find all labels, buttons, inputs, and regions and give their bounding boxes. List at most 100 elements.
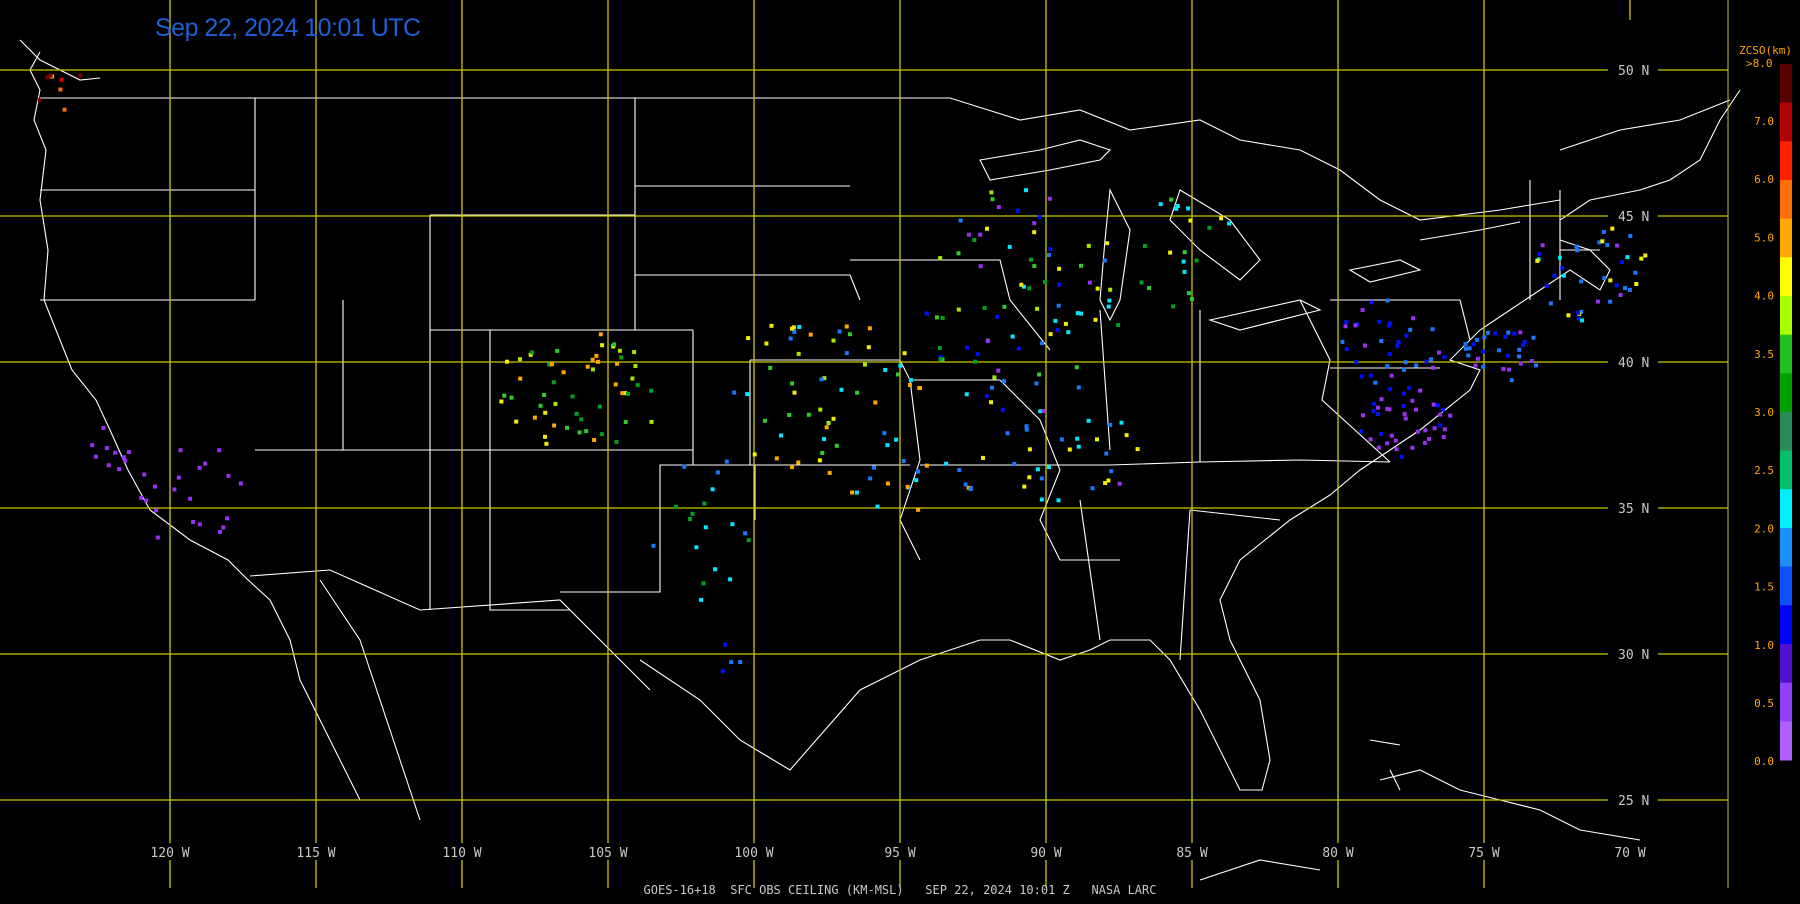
observation-point	[1189, 296, 1194, 301]
observation-point	[905, 484, 910, 489]
legend-color-swatch	[1780, 721, 1792, 761]
latitude-label: 25 N	[1618, 794, 1649, 809]
observation-point	[1512, 331, 1517, 336]
observation-point	[1362, 343, 1367, 348]
observation-point	[1404, 333, 1409, 338]
observation-point	[1440, 407, 1445, 412]
observation-point	[1010, 334, 1015, 339]
observation-point	[1075, 311, 1080, 316]
observation-point	[1219, 216, 1224, 221]
observation-point	[1377, 319, 1382, 324]
observation-point	[901, 459, 906, 463]
observation-point	[1005, 431, 1010, 436]
observation-point	[1438, 423, 1443, 428]
observation-point	[916, 507, 921, 512]
observation-point	[104, 446, 109, 451]
observation-point	[1393, 438, 1398, 443]
observation-point	[1074, 365, 1079, 370]
observation-point	[1414, 363, 1419, 368]
observation-point	[154, 508, 159, 513]
observation-point	[499, 399, 504, 404]
legend-color-swatch	[1780, 373, 1792, 413]
observation-point	[1437, 350, 1441, 355]
observation-point	[1639, 256, 1644, 261]
observation-point	[868, 476, 873, 481]
observation-point	[1633, 270, 1638, 275]
observation-point	[797, 325, 802, 329]
latitude-label: 50 N	[1618, 64, 1649, 79]
observation-point	[518, 357, 522, 362]
observation-point	[78, 73, 83, 78]
observation-point	[532, 415, 537, 420]
observation-point	[1596, 299, 1600, 304]
observation-point	[543, 410, 548, 415]
observation-point	[752, 452, 757, 457]
observation-point	[1387, 352, 1392, 356]
observation-point	[762, 418, 767, 423]
observation-point	[1561, 273, 1566, 278]
observation-point	[730, 522, 735, 527]
observation-point	[956, 307, 961, 312]
observation-point	[1509, 378, 1514, 383]
observation-point	[1493, 331, 1498, 336]
observation-point	[818, 407, 823, 412]
legend-color-swatch	[1780, 682, 1792, 722]
coastline-and-borders	[19, 39, 1741, 881]
legend-color-bar	[1780, 64, 1792, 761]
latitude-label: 40 N	[1618, 356, 1649, 371]
observation-point	[509, 395, 514, 400]
observation-point	[1485, 330, 1490, 335]
observation-point	[1063, 321, 1068, 326]
observation-point	[1369, 300, 1374, 305]
observation-point	[553, 401, 558, 406]
observation-point	[724, 459, 729, 464]
observation-point	[1032, 264, 1037, 268]
observation-point	[826, 421, 831, 425]
observation-point	[579, 417, 584, 422]
observation-point	[620, 391, 625, 396]
observation-point	[966, 232, 971, 237]
observation-point	[600, 343, 605, 348]
observation-point	[956, 251, 961, 256]
observation-point	[940, 316, 945, 320]
observation-point	[873, 400, 878, 405]
observation-point	[1143, 244, 1147, 249]
observation-point	[694, 545, 699, 550]
observation-point	[1343, 324, 1348, 329]
observation-point	[1600, 239, 1605, 244]
observation-point	[1076, 385, 1081, 390]
observation-point	[1560, 266, 1565, 271]
observation-point	[989, 190, 994, 195]
observation-point	[882, 431, 887, 436]
legend-tick-label: 0.0	[1754, 755, 1774, 768]
observation-point	[883, 367, 888, 372]
observation-point	[615, 361, 620, 366]
observation-point	[197, 522, 202, 527]
observation-point	[769, 323, 774, 328]
map-canvas: 50 N 45 N 40 N 35 N 30 N 25 N 120 W 115 W 110 W 1…	[0, 0, 1792, 888]
observation-point	[1517, 347, 1522, 352]
observation-point	[1354, 360, 1359, 364]
legend-color-swatch	[1780, 218, 1792, 258]
observation-point	[1000, 407, 1005, 412]
observation-point	[1423, 428, 1428, 433]
observation-point	[989, 400, 994, 405]
legend-color-swatch	[1780, 644, 1792, 684]
observation-point	[1027, 447, 1032, 452]
observation-point	[626, 391, 630, 396]
observation-point	[1103, 481, 1108, 485]
observation-point	[1002, 304, 1007, 309]
observation-point	[790, 381, 795, 386]
observation-point	[1579, 279, 1584, 284]
observation-point	[985, 226, 989, 231]
observation-point	[1548, 301, 1553, 306]
observation-point	[1012, 461, 1017, 466]
observation-point	[1368, 437, 1373, 442]
observation-point	[1108, 287, 1113, 292]
observation-point	[1608, 299, 1613, 304]
observation-point	[126, 450, 131, 455]
observation-point	[1109, 469, 1114, 474]
observation-point	[1442, 355, 1447, 360]
observation-point	[690, 511, 695, 516]
observation-point	[872, 465, 876, 470]
